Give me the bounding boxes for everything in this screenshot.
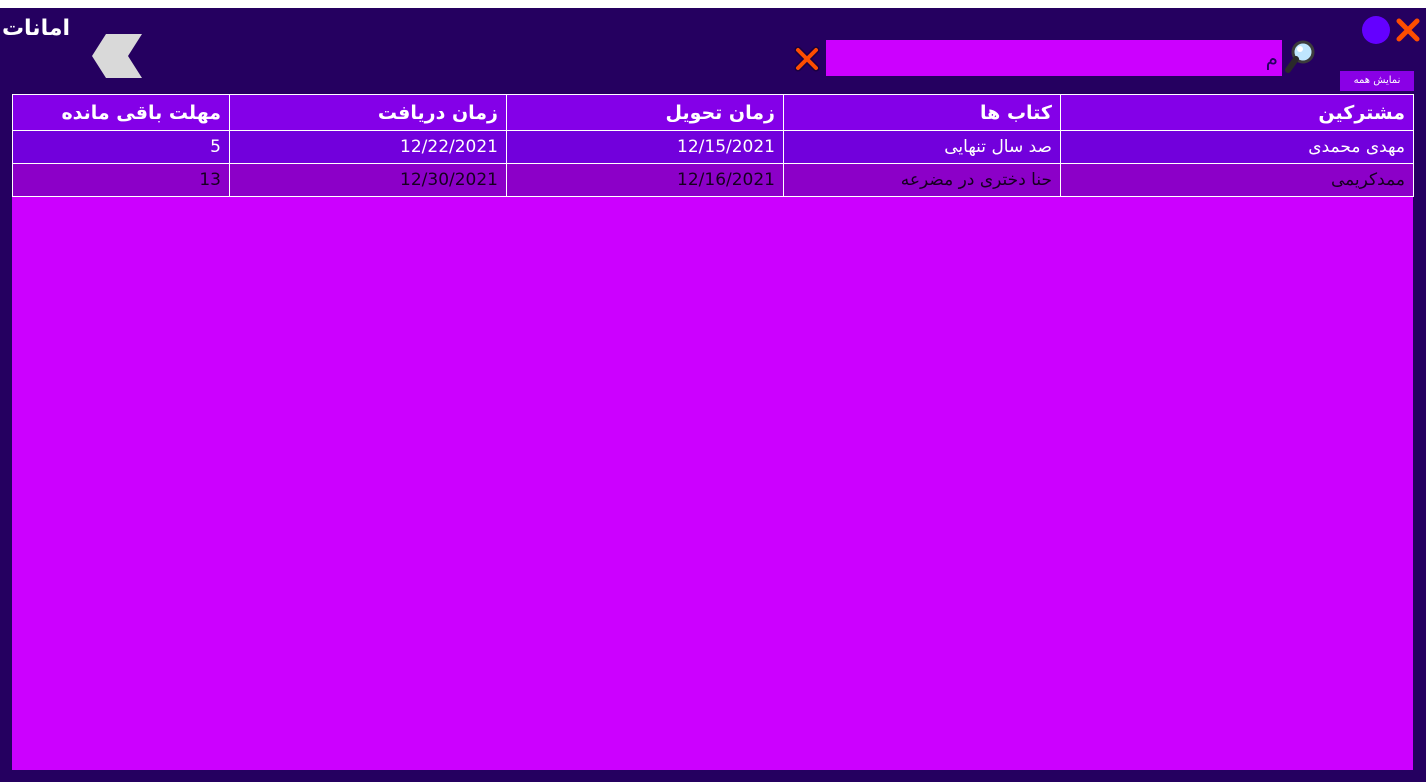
search-button[interactable] — [1284, 38, 1320, 76]
magnifier-icon — [1285, 40, 1315, 73]
table-header-row: مشترکین کتاب ها زمان تحویل زمان دریافت م… — [12, 94, 1414, 131]
table-row[interactable]: مهدی محمدی صد سال تنهایی 12/15/2021 12/2… — [12, 130, 1414, 164]
cell-subscriber[interactable]: ممدکریمی — [1060, 163, 1414, 197]
column-header-books[interactable]: کتاب ها — [783, 94, 1061, 131]
cell-receive-date[interactable]: 12/30/2021 — [229, 163, 507, 197]
close-x-icon — [794, 46, 820, 72]
show-all-button[interactable]: نمایش همه — [1340, 71, 1414, 91]
column-header-subscribers[interactable]: مشترکین — [1060, 94, 1414, 131]
column-header-delivery-date[interactable]: زمان تحویل — [506, 94, 784, 131]
cell-delivery-date[interactable]: 12/16/2021 — [506, 163, 784, 197]
back-button[interactable] — [92, 34, 142, 78]
cell-delivery-date[interactable]: 12/15/2021 — [506, 130, 784, 164]
column-header-remaining-days[interactable]: مهلت باقی مانده — [12, 94, 230, 131]
cell-book[interactable]: حنا دختری در مضرعه — [783, 163, 1061, 197]
cell-subscriber[interactable]: مهدی محمدی — [1060, 130, 1414, 164]
cell-remaining-days[interactable]: 13 — [12, 163, 230, 197]
clear-search-button[interactable] — [794, 46, 820, 72]
table-row[interactable]: ممدکریمی حنا دختری در مضرعه 12/16/2021 1… — [12, 163, 1414, 197]
loans-grid[interactable]: مشترکین کتاب ها زمان تحویل زمان دریافت م… — [12, 94, 1414, 770]
cell-remaining-days[interactable]: 5 — [12, 130, 230, 164]
close-x-icon — [1396, 18, 1420, 42]
cell-receive-date[interactable]: 12/22/2021 — [229, 130, 507, 164]
close-window-button[interactable] — [1394, 16, 1422, 44]
minimize-button[interactable] — [1362, 16, 1390, 44]
cell-book[interactable]: صد سال تنهایی — [783, 130, 1061, 164]
search-input[interactable] — [826, 40, 1282, 76]
loans-table: مشترکین کتاب ها زمان تحویل زمان دریافت م… — [12, 94, 1414, 197]
column-header-receive-date[interactable]: زمان دریافت — [229, 94, 507, 131]
chevron-left-icon — [92, 34, 142, 78]
loans-window: امانات نمایش همه — [0, 8, 1426, 782]
window-title: امانات — [1, 16, 70, 41]
